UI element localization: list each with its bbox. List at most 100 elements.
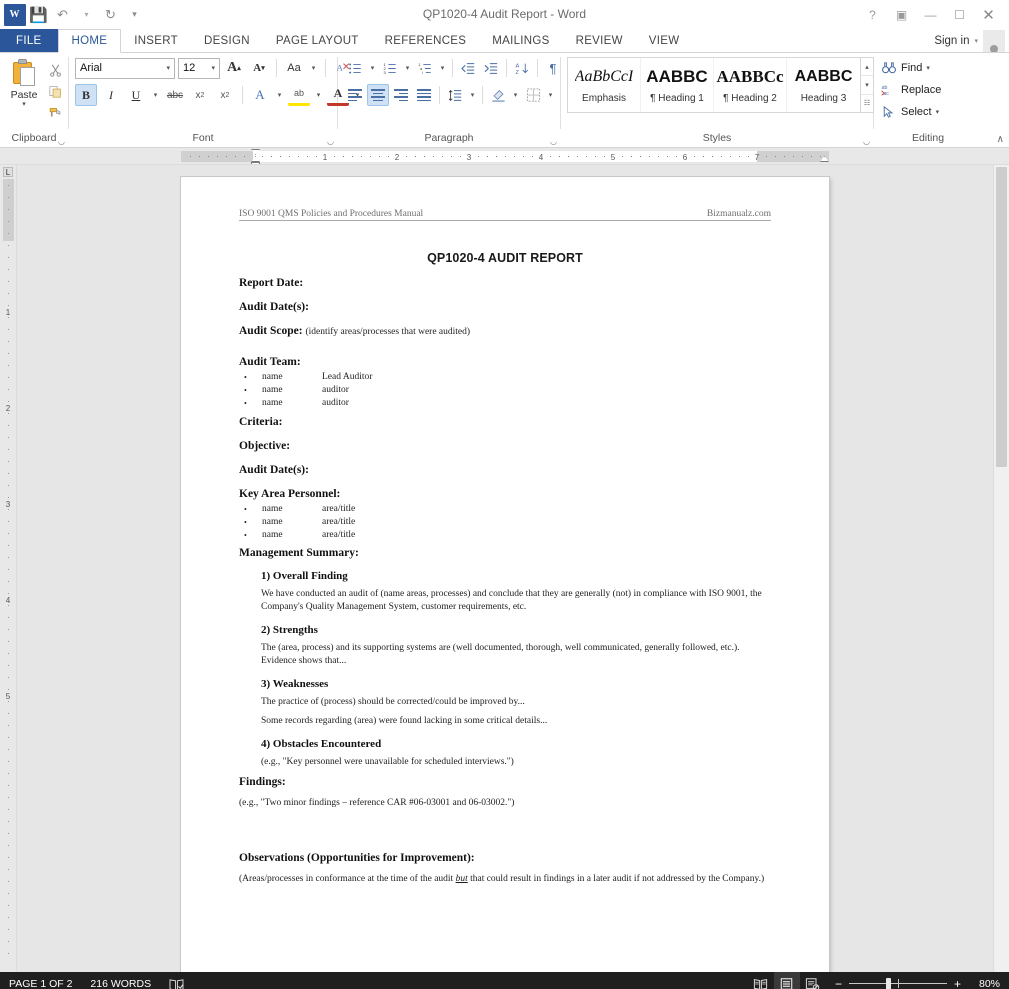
print-layout-view-button[interactable]	[773, 972, 800, 989]
undo-icon[interactable]: ↶	[51, 4, 74, 26]
save-icon[interactable]: 💾	[27, 4, 50, 26]
cut-icon[interactable]	[45, 61, 65, 79]
tab-home[interactable]: HOME	[57, 29, 122, 53]
styles-scroll-down-icon[interactable]: ▾	[861, 76, 873, 95]
align-center-icon[interactable]	[367, 84, 389, 106]
change-case-chevron-down-icon[interactable]: ▾	[308, 57, 319, 79]
find-chevron-down-icon[interactable]: ▾	[926, 64, 930, 72]
word-logo-icon[interactable]: W	[3, 3, 26, 26]
collapse-ribbon-icon[interactable]: ∧	[997, 134, 1004, 145]
styles-more-icon[interactable]: ☷	[861, 95, 873, 112]
decrease-indent-icon[interactable]	[457, 57, 479, 79]
help-button[interactable]: ?	[858, 3, 887, 27]
style-heading-2[interactable]: AABBCс ¶ Heading 2	[714, 58, 787, 112]
tab-mailings[interactable]: MAILINGS	[479, 29, 562, 52]
bold-icon[interactable]: B	[75, 84, 97, 106]
page-indicator[interactable]: PAGE 1 OF 2	[0, 972, 81, 989]
style-heading-1[interactable]: AABBC ¶ Heading 1	[641, 58, 714, 112]
scrollbar-thumb[interactable]	[996, 167, 1007, 467]
read-mode-view-button[interactable]	[748, 972, 774, 989]
tab-view[interactable]: VIEW	[636, 29, 693, 52]
sign-in-link[interactable]: Sign in	[934, 35, 969, 47]
sort-icon[interactable]: AZ	[511, 57, 533, 79]
zoom-out-button[interactable]: −	[835, 977, 842, 989]
multilevel-list-icon[interactable]: 1ai	[414, 57, 436, 79]
redo-icon[interactable]: ↻	[99, 4, 122, 26]
bullets-icon[interactable]	[344, 57, 366, 79]
shrink-font-icon[interactable]: A ▾	[248, 57, 270, 79]
align-right-icon[interactable]	[390, 84, 412, 106]
line-spacing-icon[interactable]	[444, 84, 466, 106]
underline-chevron-down-icon[interactable]: ▾	[150, 84, 161, 106]
horizontal-ruler[interactable]: 1 2 3 4 5 6 7	[0, 148, 1009, 165]
line-spacing-chevron-down-icon[interactable]: ▾	[467, 84, 478, 106]
web-layout-view-button[interactable]	[800, 972, 826, 989]
zoom-in-button[interactable]: +	[954, 977, 961, 989]
shading-icon[interactable]	[487, 84, 509, 106]
underline-icon[interactable]: U	[125, 84, 147, 106]
highlight-chevron-down-icon[interactable]: ▾	[313, 84, 324, 106]
sign-in-dropdown-icon[interactable]: ▾	[974, 37, 978, 45]
customize-qat-icon[interactable]: ▾	[123, 4, 146, 26]
undo-dropdown-icon[interactable]: ▾	[75, 4, 98, 26]
document-page[interactable]: ISO 9001 QMS Policies and Procedures Man…	[181, 177, 829, 972]
proofing-errors-icon[interactable]	[160, 972, 193, 989]
align-left-icon[interactable]	[344, 84, 366, 106]
replace-button[interactable]: ab ac Replace	[880, 79, 941, 100]
strikethrough-icon[interactable]: abc	[164, 84, 186, 106]
close-button[interactable]: ✕	[974, 3, 1003, 27]
paste-dropdown-icon[interactable]: ▾	[22, 101, 26, 108]
avatar[interactable]	[983, 29, 1005, 52]
borders-chevron-down-icon[interactable]: ▾	[545, 84, 556, 106]
increase-indent-icon[interactable]	[480, 57, 502, 79]
shading-chevron-down-icon[interactable]: ▾	[510, 84, 521, 106]
grow-font-icon[interactable]: A ▴	[223, 57, 245, 79]
font-size-combobox[interactable]: 12 ▾	[178, 57, 220, 79]
find-button[interactable]: Find ▾	[880, 57, 941, 78]
bullets-chevron-down-icon[interactable]: ▾	[367, 57, 378, 79]
styles-scroll-up-icon[interactable]: ▴	[861, 58, 873, 77]
format-painter-icon[interactable]	[45, 103, 65, 121]
document-header[interactable]: ISO 9001 QMS Policies and Procedures Man…	[239, 209, 771, 221]
zoom-slider-thumb[interactable]	[885, 978, 891, 989]
multilevel-chevron-down-icon[interactable]: ▾	[437, 57, 448, 79]
vertical-ruler[interactable]: L 1 2 3 4 5	[0, 165, 17, 972]
paste-button[interactable]: Paste ▾	[4, 57, 44, 121]
italic-icon[interactable]: I	[100, 84, 122, 106]
word-count[interactable]: 216 WORDS	[81, 972, 160, 989]
font-size-chevron-down-icon[interactable]: ▾	[211, 64, 217, 72]
justify-icon[interactable]	[413, 84, 435, 106]
tab-selector-button[interactable]: L	[3, 167, 13, 177]
text-highlight-icon[interactable]: ab	[288, 84, 310, 106]
superscript-icon[interactable]: x2	[214, 84, 236, 106]
zoom-slider[interactable]	[848, 978, 947, 989]
vertical-scrollbar[interactable]	[993, 165, 1009, 972]
paragraph-dialog-launcher[interactable]: ◡	[550, 137, 557, 146]
style-heading-3[interactable]: AABBC Heading 3	[787, 58, 860, 112]
font-dialog-launcher[interactable]: ◡	[327, 137, 334, 146]
minimize-button[interactable]: —	[916, 3, 945, 27]
text-effects-icon[interactable]: A	[249, 84, 271, 106]
tab-file[interactable]: FILE	[0, 29, 58, 52]
styles-dialog-launcher[interactable]: ◡	[863, 137, 870, 146]
copy-icon[interactable]	[45, 82, 65, 100]
subscript-icon[interactable]: x2	[189, 84, 211, 106]
tab-design[interactable]: DESIGN	[191, 29, 263, 52]
borders-icon[interactable]	[522, 84, 544, 106]
tab-references[interactable]: REFERENCES	[372, 29, 480, 52]
font-name-combobox[interactable]: Arial ▾	[75, 57, 175, 79]
tab-review[interactable]: REVIEW	[563, 29, 636, 52]
restore-button[interactable]: ☐	[945, 3, 974, 27]
style-emphasis[interactable]: AaBbCcI Emphasis	[568, 58, 641, 112]
clipboard-dialog-launcher[interactable]: ◡	[58, 137, 65, 146]
font-name-chevron-down-icon[interactable]: ▾	[166, 64, 172, 72]
select-button[interactable]: Select ▾	[880, 101, 941, 122]
tab-insert[interactable]: INSERT	[121, 29, 191, 52]
text-effects-chevron-down-icon[interactable]: ▾	[274, 84, 285, 106]
numbering-chevron-down-icon[interactable]: ▾	[402, 57, 413, 79]
tab-page-layout[interactable]: PAGE LAYOUT	[263, 29, 372, 52]
select-chevron-down-icon[interactable]: ▾	[936, 108, 940, 116]
ribbon-display-options-button[interactable]: ▣	[887, 3, 916, 27]
numbering-icon[interactable]: 123	[379, 57, 401, 79]
change-case-icon[interactable]: Aa	[283, 57, 305, 79]
